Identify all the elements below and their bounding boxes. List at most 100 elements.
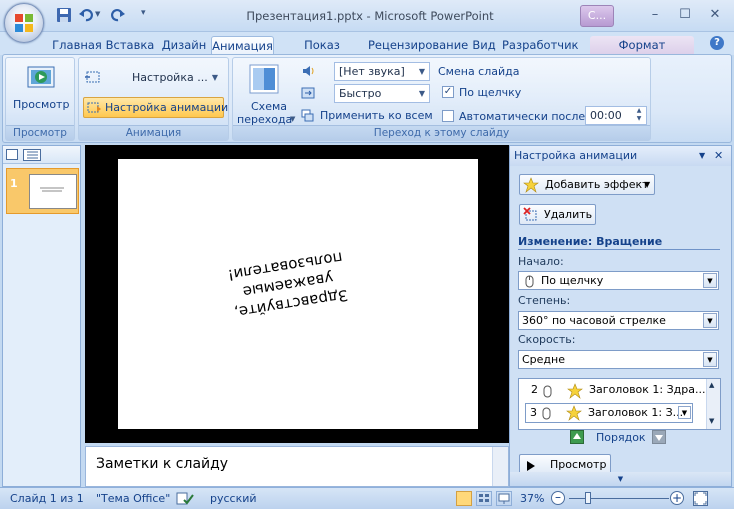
task-pane-title: Настройка анимации — [514, 149, 638, 162]
section-divider — [518, 249, 720, 250]
star-icon — [523, 177, 539, 193]
transition-speed-select[interactable]: Быстро ▼ — [334, 84, 430, 103]
start-select[interactable]: По щелчку ▼ — [518, 271, 719, 290]
pane-expand-icon[interactable]: ▼ — [510, 472, 731, 486]
slide-title-text[interactable]: Здравствуйте, уважаемые пользователи! — [195, 242, 382, 326]
tab-insert[interactable]: Вставка — [104, 36, 156, 55]
slides-tab-icon[interactable] — [6, 149, 18, 160]
transition-sound-select[interactable]: [Нет звука] ▼ — [334, 62, 430, 81]
undo-icon[interactable] — [78, 7, 94, 23]
normal-view-icon[interactable] — [456, 491, 472, 506]
slide-thumbnail-image — [29, 174, 77, 209]
slides-pane: 1 — [2, 145, 81, 487]
apply-all-icon — [301, 109, 315, 123]
on-click-checkbox[interactable]: ✓ — [442, 86, 454, 98]
slide-sorter-icon[interactable] — [476, 491, 492, 506]
animation-list-item[interactable]: 2 Заголовок 1: Здра... — [521, 381, 706, 401]
chevron-down-icon[interactable]: ▼ — [678, 406, 691, 419]
transition-speed-value: Быстро — [339, 87, 382, 100]
animation-list-item-selected[interactable]: 3 Заголовок 1: З... ▼ — [525, 403, 693, 423]
tab-slideshow[interactable]: Показ слайдов — [278, 36, 366, 70]
theme-name[interactable]: "Тема Office" — [96, 492, 170, 505]
star-icon — [567, 383, 583, 399]
spellcheck-icon[interactable] — [176, 491, 194, 506]
zoom-slider-thumb[interactable] — [585, 492, 591, 504]
outline-tab-icon[interactable] — [23, 149, 41, 161]
redo-icon[interactable] — [110, 7, 126, 23]
chevron-down-icon: ▼ — [703, 313, 717, 328]
maximize-button[interactable]: ☐ — [672, 6, 698, 24]
preview-icon[interactable] — [27, 65, 55, 91]
zoom-in-icon[interactable]: + — [670, 491, 684, 505]
help-icon[interactable]: ? — [710, 36, 724, 50]
transition-scheme-icon[interactable] — [249, 63, 279, 95]
zoom-percent[interactable]: 37% — [520, 492, 544, 505]
advance-slide-title: Смена слайда — [438, 65, 520, 78]
add-effect-button[interactable]: Добавить эффект ▼ — [519, 174, 655, 195]
star-icon — [566, 405, 582, 421]
undo-dropdown-icon[interactable]: ▼ — [95, 10, 100, 18]
animation-list[interactable]: 2 Заголовок 1: Здра... 3 Заголовок 1: З.… — [518, 378, 721, 430]
pane-menu-icon[interactable]: ▼ — [699, 146, 705, 166]
slide-thumbnail-1[interactable]: 1 — [6, 168, 79, 214]
transition-scheme-label-1[interactable]: Схема — [251, 100, 287, 113]
slideshow-view-icon[interactable] — [496, 491, 512, 506]
animation-order-number: 2 — [531, 383, 538, 396]
move-up-icon[interactable] — [570, 430, 584, 444]
tab-developer[interactable]: Разработчик — [502, 36, 579, 55]
transition-sound-value: [Нет звука] — [339, 65, 405, 78]
tab-design[interactable]: Дизайн — [158, 36, 210, 55]
minimize-button[interactable]: – — [642, 6, 668, 24]
speed-value: Средне — [522, 353, 565, 366]
zoom-slider-track[interactable] — [569, 492, 669, 504]
context-tab-label: С... — [580, 5, 614, 27]
remove-button[interactable]: Удалить — [519, 204, 596, 225]
animation-item-label: Заголовок 1: З... — [588, 406, 684, 419]
group-label-animation: Анимация — [79, 125, 228, 140]
play-icon — [526, 459, 536, 471]
effect-section-title: Изменение: Вращение — [518, 235, 663, 248]
save-icon[interactable] — [56, 7, 72, 23]
tab-animation[interactable]: Анимация — [211, 36, 274, 55]
scroll-down-icon[interactable]: ▼ — [709, 417, 714, 425]
ribbon: Просмотр Просмотр Настройка ... ▼ Настро… — [2, 54, 732, 143]
close-icon[interactable]: ✕ — [714, 146, 723, 166]
auto-after-time-value: 00:00 — [590, 109, 622, 122]
language-indicator[interactable]: русский — [210, 492, 257, 505]
custom-animation-button[interactable]: Настройка анимации — [83, 97, 228, 118]
tab-review[interactable]: Рецензирование — [368, 36, 468, 55]
spinner-icon[interactable]: ▲ ▼ — [632, 107, 646, 124]
tab-home[interactable]: Главная — [52, 36, 102, 55]
customize-icon[interactable]: ▾ — [141, 8, 146, 18]
add-effect-label: Добавить эффект — [545, 178, 649, 191]
animate-select[interactable]: Настройка ... ▼ — [127, 68, 223, 87]
move-down-icon[interactable] — [652, 430, 666, 444]
auto-after-checkbox[interactable] — [442, 110, 454, 122]
speed-select[interactable]: Средне ▼ — [518, 350, 719, 369]
chevron-down-icon: ▼ — [211, 73, 219, 82]
group-animation: Настройка ... ▼ Настройка анимации Анима… — [78, 57, 229, 141]
window-title: Презентация1.pptx - Microsoft PowerPoint — [246, 9, 494, 23]
scroll-up-icon[interactable]: ▲ — [709, 381, 714, 389]
amount-select[interactable]: 360° по часовой стрелке ▼ — [518, 311, 719, 330]
tab-view[interactable]: Вид — [470, 36, 498, 55]
custom-animation-pane: Настройка анимации ▼ ✕ Добавить эффект ▼… — [509, 145, 732, 487]
animation-list-scrollbar[interactable]: ▲ ▼ — [706, 379, 720, 429]
tab-format[interactable]: Формат — [590, 36, 694, 55]
notes-pane[interactable]: Заметки к слайду — [85, 446, 509, 487]
auto-after-time-input[interactable]: 00:00 ▲ ▼ — [585, 106, 647, 125]
group-transition: Схема перехода ▼ [Нет звука] ▼ Быстро ▼ … — [232, 57, 651, 141]
office-button[interactable] — [4, 3, 44, 43]
notes-scrollbar[interactable] — [492, 447, 508, 486]
start-label: Начало: — [518, 255, 564, 268]
group-label-transition: Переход к этому слайду — [233, 125, 650, 140]
close-button[interactable]: ✕ — [702, 6, 728, 24]
mouse-icon — [523, 274, 535, 288]
slide-canvas[interactable]: Здравствуйте, уважаемые пользователи! — [118, 159, 478, 429]
chevron-down-icon: ▼ — [703, 352, 717, 367]
preview-button[interactable]: Просмотр — [13, 98, 69, 111]
zoom-out-icon[interactable]: – — [551, 491, 565, 505]
apply-to-all-button[interactable]: Применить ко всем — [320, 109, 433, 122]
scheme-dropdown-icon[interactable]: ▼ — [290, 115, 295, 123]
fit-to-window-icon[interactable] — [693, 491, 708, 506]
